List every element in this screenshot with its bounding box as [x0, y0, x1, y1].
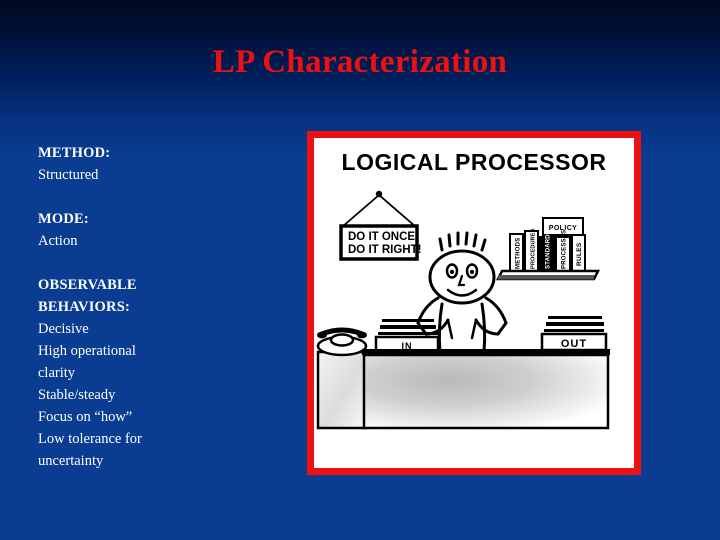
out-tray: OUT: [540, 316, 608, 352]
svg-text:METHODS: METHODS: [516, 238, 522, 269]
binder: PROCESSES: [555, 230, 571, 272]
behavior-item: High operational: [38, 343, 136, 359]
svg-text:RULES: RULES: [576, 242, 583, 266]
binder: PROCEDURES: [524, 228, 539, 272]
mode-label: MODE:: [38, 211, 89, 227]
binder: STANDARDS: [539, 230, 555, 272]
logical-processor-cartoon: LOGICAL PROCESSOR DO IT ONCE, DO IT RIGH…: [316, 149, 610, 430]
in-tray: IN: [374, 319, 440, 354]
cartoon-heading: LOGICAL PROCESSOR: [342, 149, 607, 175]
image-panel-inner: LOGICAL PROCESSOR DO IT ONCE, DO IT RIGH…: [314, 138, 634, 468]
behavior-item: Decisive: [38, 321, 89, 337]
desk: [362, 349, 610, 430]
behaviors-label-line1: OBSERVABLE: [38, 277, 137, 293]
behavior-item: Stable/steady: [38, 387, 116, 403]
method-value: Structured: [38, 167, 99, 183]
mode-value: Action: [38, 233, 78, 249]
behavior-item: Low tolerance for: [38, 431, 142, 447]
sign-line-1: DO IT ONCE,: [348, 231, 418, 243]
sign-line-2: DO IT RIGHT!: [348, 244, 421, 256]
svg-text:STANDARDS: STANDARDS: [546, 230, 552, 269]
image-panel: LOGICAL PROCESSOR DO IT ONCE, DO IT RIGH…: [307, 131, 641, 475]
method-label: METHOD:: [38, 145, 111, 161]
hanging-sign: DO IT ONCE, DO IT RIGHT!: [339, 190, 421, 261]
behavior-item: uncertainty: [38, 453, 104, 469]
binder: RULES: [571, 234, 586, 272]
behavior-item: Focus on “how”: [38, 409, 133, 425]
slide-canvas: LP Characterization METHOD: Structured M…: [0, 0, 720, 540]
behaviors-label-line2: BEHAVIORS:: [38, 299, 130, 315]
out-tray-label: OUT: [561, 338, 587, 350]
body-text-block: METHOD: Structured MODE: Action OBSERVAB…: [38, 142, 288, 472]
bookshelf: POLICY METHODS PROCEDURES STANDARDS PROC…: [495, 217, 601, 281]
binder: METHODS: [509, 233, 524, 272]
side-cabinet: [316, 350, 368, 430]
telephone-icon: [316, 327, 368, 357]
svg-text:PROCEDURES: PROCEDURES: [531, 228, 537, 269]
behavior-item: clarity: [38, 365, 76, 381]
svg-text:PROCESSES: PROCESSES: [562, 230, 568, 269]
page-title: LP Characterization: [212, 44, 508, 80]
